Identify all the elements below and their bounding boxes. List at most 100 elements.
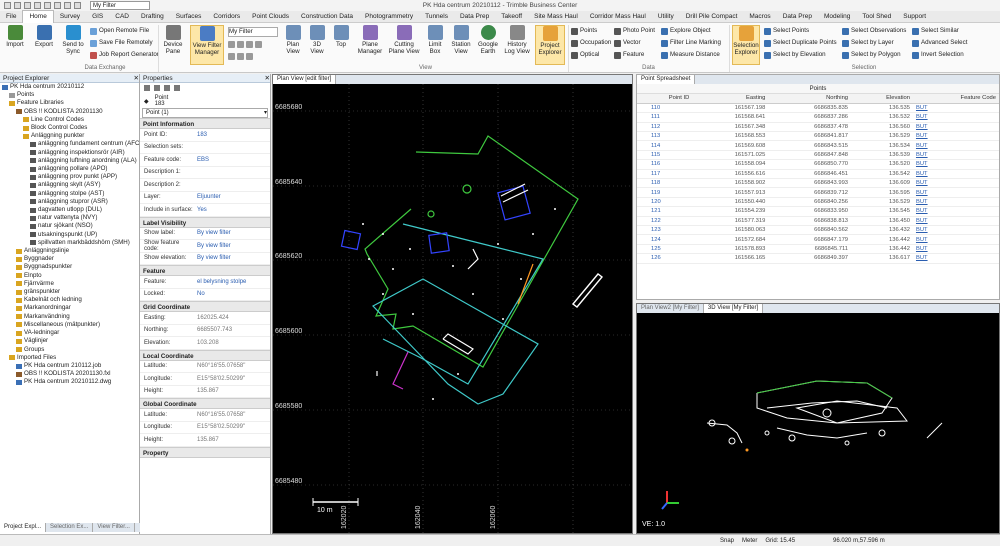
filter-line-button[interactable]: Filter Line Marking <box>661 39 721 47</box>
tree-item[interactable]: Points <box>2 91 139 99</box>
menu-tab[interactable]: Corridor Mass Haul <box>584 11 652 23</box>
view-tab[interactable]: 3D View [My Filter] <box>703 304 764 313</box>
tree-item[interactable]: Feature Libraries <box>2 99 139 107</box>
pin-icon[interactable] <box>164 85 170 91</box>
menu-tab[interactable]: Tunnels <box>419 11 454 23</box>
menu-tab[interactable]: Corridors <box>207 11 246 23</box>
property-value[interactable]: By view filter <box>195 243 270 249</box>
save-remote-button[interactable]: Save File Remotely <box>90 39 153 47</box>
table-row[interactable]: 118 161558.902 6686843.993 136.609 BUT <box>637 178 999 189</box>
menu-tab[interactable]: Site Mass Haul <box>528 11 584 23</box>
3d-view-panel[interactable]: Plan View2 [My Filter] 3D View [My Filter… <box>636 303 1000 534</box>
tree-item[interactable]: anläggning luftning anordning (ALA) <box>2 157 139 165</box>
tree-item[interactable]: Markanordningar <box>2 304 139 312</box>
import-button[interactable]: Import <box>4 25 26 48</box>
tree-item[interactable]: VA-ledningar <box>2 329 139 337</box>
property-section-header[interactable]: Local Coordinate <box>140 349 270 361</box>
export-button[interactable]: Export <box>32 25 56 48</box>
filter-dropdown[interactable]: My Filter <box>90 1 150 10</box>
advanced-select-button[interactable]: Advanced Select <box>912 39 967 47</box>
property-value[interactable]: N60°16'55.07658" <box>195 412 270 418</box>
save-icon[interactable] <box>4 2 11 9</box>
view-tab[interactable]: Plan View2 [My Filter] <box>637 304 704 313</box>
open-remote-button[interactable]: Open Remote File <box>90 27 149 35</box>
tree-item[interactable]: anläggning skylt (ASY) <box>2 181 139 189</box>
project-explorer-button[interactable]: Project Explorer <box>535 25 565 65</box>
tree-item[interactable]: Groups <box>2 346 139 354</box>
optical-button[interactable]: Optical <box>571 51 599 59</box>
column-header[interactable]: Northing <box>768 94 852 104</box>
tree-item[interactable]: anläggning fundament centrum (AFC) <box>2 140 139 148</box>
snap-toggle[interactable]: Snap <box>720 538 734 544</box>
tree-item[interactable]: Block Control Codes <box>2 124 139 132</box>
menu-tab[interactable]: Modeling <box>818 11 856 23</box>
menu-tab[interactable]: Photogrammetry <box>359 11 419 23</box>
measure-distance-button[interactable]: Measure Distance <box>661 51 720 59</box>
property-section-header[interactable]: Global Coordinate <box>140 398 270 409</box>
property-value[interactable]: 135.867 <box>195 437 270 443</box>
explorer-tab[interactable]: Selection Ex... <box>46 523 94 532</box>
menu-tab[interactable]: Data Prep <box>777 11 818 23</box>
menu-tab[interactable]: Drill Pile Compact <box>680 11 744 23</box>
table-row[interactable]: 123 161580.063 6686840.562 136.432 BUT <box>637 225 999 236</box>
select-elevation-button[interactable]: Select by Elevation <box>764 51 826 59</box>
table-row[interactable]: 115 161571.025 6686847.848 136.539 BUT <box>637 150 999 161</box>
invert-selection-button[interactable]: Invert Selection <box>912 51 964 59</box>
tree-item[interactable]: anläggning pollare (APO) <box>2 165 139 173</box>
plan-view[interactable]: Plan View [edit filter] 6685680 6685640 … <box>272 74 633 534</box>
filter-icon[interactable] <box>74 2 81 9</box>
photo-point-button[interactable]: Photo Point <box>614 27 655 35</box>
tree-item[interactable]: Väglinjer <box>2 337 139 345</box>
tree-item[interactable]: Kabelnät och ledning <box>2 296 139 304</box>
table-row[interactable]: 122 161577.319 6686838.813 136.450 BUT <box>637 216 999 226</box>
tree-item[interactable]: natur vattenyta (NVY) <box>2 214 139 222</box>
property-value[interactable]: Yes <box>195 207 270 213</box>
tree-item[interactable]: Markanvändning <box>2 313 139 321</box>
table-row[interactable]: 117 161556.616 6686846.451 136.542 BUT <box>637 169 999 180</box>
undo-icon[interactable] <box>14 2 21 9</box>
menu-tab[interactable]: Utility <box>652 11 680 23</box>
property-value[interactable]: 183 <box>195 132 270 138</box>
menu-tab[interactable]: Data Prep <box>454 11 495 23</box>
tree-item[interactable]: anläggning prov punkt (APP) <box>2 173 139 181</box>
tree-item[interactable]: Anläggning punkter <box>2 132 139 140</box>
property-value[interactable]: By view filter <box>195 255 270 261</box>
vector-button[interactable]: Vector <box>614 39 641 47</box>
menu-tab[interactable]: Surfaces <box>170 11 208 23</box>
menu-tab[interactable]: Construction Data <box>295 11 359 23</box>
select-points-button[interactable]: Select Points <box>764 27 809 35</box>
tree-item[interactable]: OBS !! KODLISTA 20201130 <box>2 108 139 116</box>
view-tool-row-1[interactable] <box>228 41 262 48</box>
select-icon[interactable] <box>64 2 71 9</box>
menu-tab[interactable]: Tool Shed <box>856 11 897 23</box>
hand-icon[interactable] <box>54 2 61 9</box>
send-to-sync-button[interactable]: Send to Sync <box>60 25 86 55</box>
tree-item[interactable]: PK Hda centrum 210112.job <box>2 362 139 370</box>
column-header[interactable]: Easting <box>692 94 769 104</box>
3d-canvas[interactable]: VE: 1.0 <box>637 313 999 533</box>
menu-tab[interactable]: File <box>0 11 22 23</box>
tree-item[interactable]: PK Hda centrum 20210112 <box>2 83 139 91</box>
job-report-button[interactable]: Job Report Generator <box>90 51 159 59</box>
limit-box-button[interactable]: Limit Box <box>424 25 446 55</box>
explorer-tab[interactable]: View Filter... <box>93 523 135 532</box>
select-similar-button[interactable]: Select Similar <box>912 27 959 35</box>
table-row[interactable]: 125 161578.893 6686845.711 136.442 BUT <box>637 244 999 255</box>
menu-tab[interactable]: CAD <box>109 11 135 23</box>
table-row[interactable]: 110 161567.198 6686835.835 136.535 BUT <box>637 103 999 114</box>
sort-icon[interactable] <box>144 85 150 91</box>
property-value[interactable]: E15°58'02.50299" <box>195 376 270 382</box>
category-icon[interactable] <box>154 85 160 91</box>
property-value[interactable]: 135.867 <box>195 388 270 394</box>
plane-manager-button[interactable]: Plane Manager <box>355 25 385 55</box>
table-row[interactable]: 111 161568.641 6686837.286 136.532 BUT <box>637 112 999 123</box>
cutting-plane-button[interactable]: Cutting Plane View <box>388 25 420 55</box>
property-value[interactable]: EBS <box>195 157 270 163</box>
property-value[interactable]: N60°16'55.07658" <box>195 363 270 369</box>
plan-view-button[interactable]: Plan View <box>283 25 303 55</box>
google-earth-button[interactable]: Google Earth <box>476 25 500 55</box>
property-value[interactable]: 6685507.743 <box>195 327 270 333</box>
property-value[interactable]: el belysning stolpe <box>195 279 270 285</box>
tree-item[interactable]: utsakningspunkt (UP) <box>2 231 139 239</box>
tree-item[interactable]: dagvatten utlopp (DUL) <box>2 206 139 214</box>
